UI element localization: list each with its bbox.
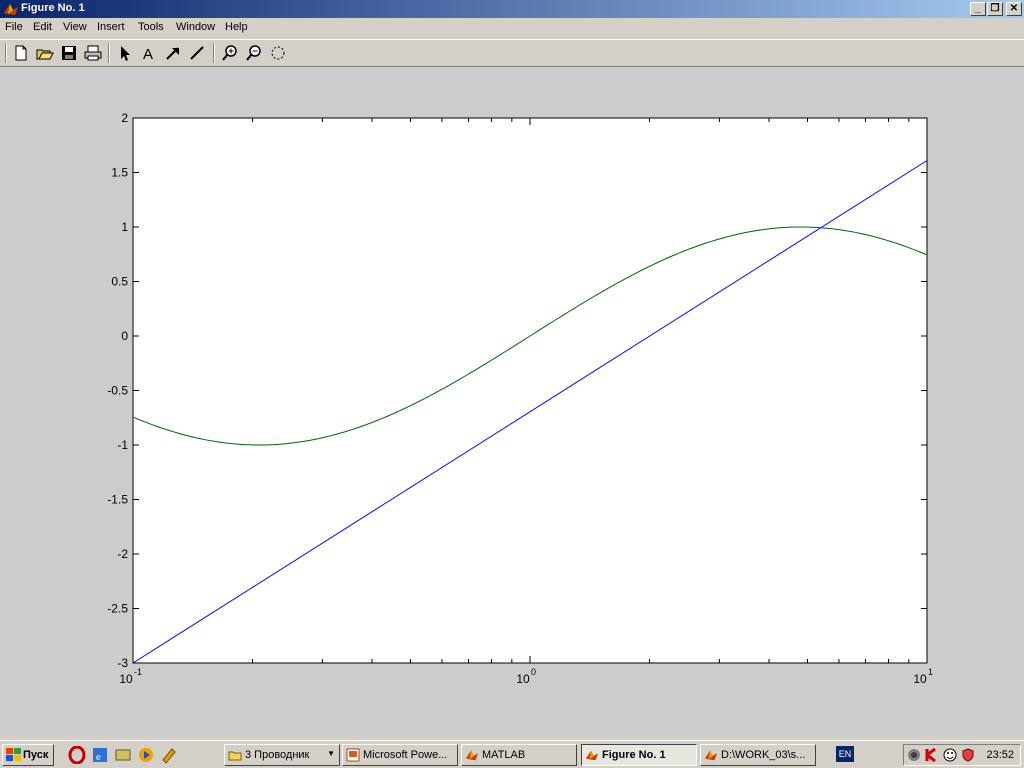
taskbar-item-label: Figure No. 1 [602,749,666,761]
chevron-down-icon: ▼ [327,749,335,758]
print-icon[interactable] [83,44,103,62]
minimize-button[interactable]: _ [970,2,986,16]
toolbar-separator [213,43,215,63]
insert-line-icon[interactable] [187,44,207,62]
select-arrow-icon[interactable] [115,44,135,62]
x-tick-label-exponent: 0 [531,667,536,677]
open-file-icon[interactable] [35,44,55,62]
start-button[interactable]: Пуск [2,744,54,766]
clock: 23:52 [986,749,1014,761]
smiley-icon[interactable] [943,748,957,762]
windows-logo-icon [6,748,21,761]
taskbar: Пуск e 3 Проводник ▼ Microsoft Powe... M… [0,740,1024,768]
new-file-icon[interactable] [11,44,31,62]
rotate-3d-icon[interactable] [268,44,288,62]
y-tick-label: 1 [121,220,128,234]
matlab-icon [585,750,599,761]
svg-text:e: e [96,751,101,763]
volume-icon[interactable] [907,748,921,762]
menu-bar: File Edit View Insert Tools Window Help [0,18,1024,38]
axes-box [132,117,928,664]
menu-window[interactable]: Window [176,21,215,33]
toolbar-separator [108,43,110,63]
taskbar-item-label: Microsoft Powe... [363,749,448,761]
taskbar-item-label: D:\WORK_03\s... [721,749,806,761]
quicklaunch-opera-icon[interactable] [68,746,86,764]
menu-file[interactable]: File [5,21,23,33]
zoom-in-icon[interactable] [220,44,240,62]
close-button[interactable]: ✕ [1006,2,1022,16]
start-label: Пуск [23,749,49,761]
taskbar-item-label: 3 Проводник [245,749,310,761]
restore-button[interactable]: ❐ [987,2,1003,16]
y-tick-label: -1 [117,438,128,452]
window-title: Figure No. 1 [21,2,85,14]
matlab-icon [4,4,18,15]
toolbar-separator [5,43,7,63]
powerpoint-icon [346,748,360,762]
title-bar: Figure No. 1 _ ❐ ✕ [0,0,1024,18]
shield-icon[interactable] [961,748,975,762]
y-tick-label: -2.5 [107,602,128,616]
folder-icon [228,751,242,761]
x-tick-label-exponent: 1 [928,667,933,677]
figure-canvas: -3 -2.5 -2 -1.5 -1 -0.5 0 0.5 1 1.5 2 10 -1 10 0 10 1 [0,68,1024,736]
taskbar-item-editor[interactable]: D:\WORK_03\s... [700,744,816,766]
text-tool-glyph: A [143,46,153,62]
system-tray: 23:52 [903,744,1021,766]
y-tick-label: 0 [121,329,128,343]
y-tick-label: -3 [117,656,128,670]
x-tick-label-exponent: -1 [134,667,142,677]
matlab-icon [704,750,718,761]
insert-arrow-icon[interactable] [163,44,183,62]
y-tick-label: 1.5 [111,166,128,180]
taskbar-item-matlab[interactable]: MATLAB [461,744,577,766]
kaspersky-icon[interactable] [925,748,939,762]
quicklaunch-media-player-icon[interactable] [137,746,155,764]
x-tick-label-base: 10 [516,672,530,686]
y-tick-label: -1.5 [107,493,128,507]
x-tick-label-base: 10 [913,672,927,686]
taskbar-item-powerpoint[interactable]: Microsoft Powe... [342,744,458,766]
menu-tools[interactable]: Tools [138,21,164,33]
y-tick-label: -2 [117,547,128,561]
y-tick-label: -0.5 [107,384,128,398]
language-indicator[interactable]: EN [836,746,854,762]
y-tick-label: 2 [121,111,128,125]
menu-help[interactable]: Help [225,21,248,33]
menu-insert[interactable]: Insert [97,21,125,33]
quicklaunch-desktop-icon[interactable] [114,746,132,764]
taskbar-item-explorer[interactable]: 3 Проводник ▼ [224,744,340,766]
taskbar-item-figure[interactable]: Figure No. 1 [581,744,697,766]
matlab-icon [465,750,479,761]
insert-text-icon[interactable]: A [139,44,159,63]
save-icon[interactable] [59,44,79,62]
zoom-out-icon[interactable] [244,44,264,62]
plot-svg: -3-2.5-2-1.5-1-0.500.511.52 10 -1 10 0 10 1 [107,111,933,686]
x-tick-label-base: 10 [119,672,133,686]
menu-edit[interactable]: Edit [33,21,52,33]
quicklaunch-ie-icon[interactable]: e [91,746,109,764]
taskbar-item-label: MATLAB [482,749,526,761]
y-tick-label: 0.5 [111,275,128,289]
menu-view[interactable]: View [63,21,87,33]
figure-toolbar: A [0,39,1024,67]
quicklaunch-tool-icon[interactable] [160,746,178,764]
